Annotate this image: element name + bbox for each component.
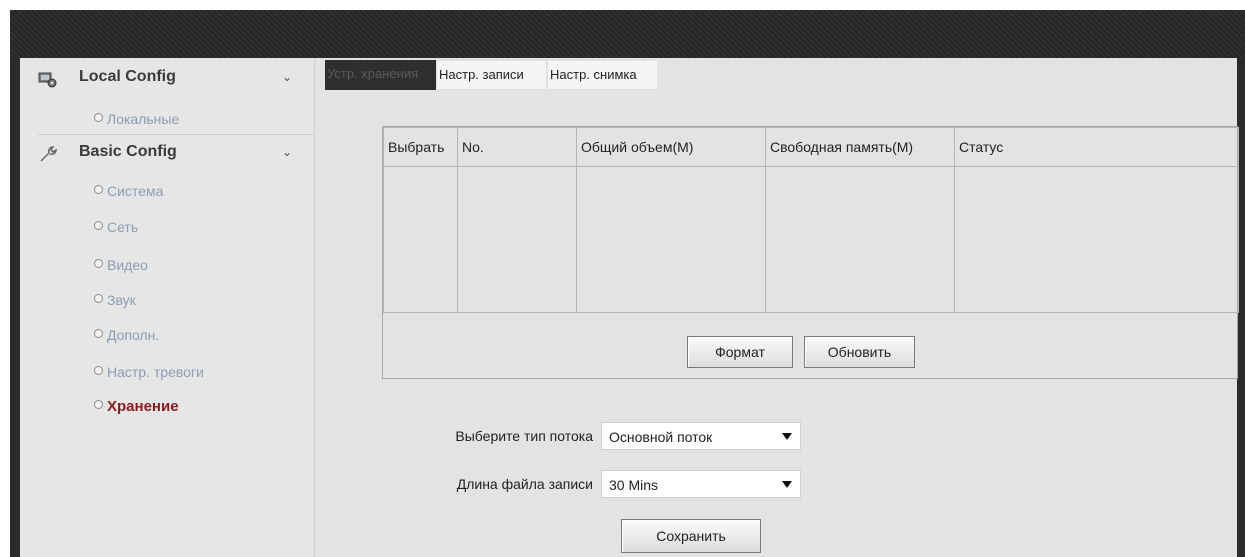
dropdown-arrow-icon — [782, 481, 792, 488]
disk-table: Выбрать No. Общий объем(M) Свободная пам… — [383, 127, 1239, 313]
bullet-icon — [94, 221, 103, 230]
header-bar — [10, 10, 1245, 58]
sidebar-item-alarm[interactable]: Настр. тревоги — [94, 364, 204, 380]
sidebar-item-audio[interactable]: Звук — [94, 292, 136, 308]
sidebar-item-label: Звук — [107, 292, 136, 308]
sidebar-item-label: Видео — [107, 257, 148, 273]
sidebar-item-video[interactable]: Видео — [94, 257, 148, 273]
table-cell — [954, 166, 1239, 313]
sidebar-item-label: Хранение — [107, 398, 179, 415]
column-header-number: No. — [457, 127, 577, 167]
record-length-value: 30 Mins — [609, 477, 659, 493]
local-config-title: Local Config — [79, 68, 176, 85]
bullet-icon — [94, 294, 103, 303]
sidebar: Local Config ⌄ Локальные Basic Config ⌄ … — [20, 58, 315, 557]
table-cell — [576, 166, 766, 313]
sidebar-item-label: Дополн. — [107, 327, 160, 343]
table-cell — [383, 166, 458, 313]
column-header-total: Общий объем(M) — [576, 127, 766, 167]
frame-left-edge — [10, 58, 20, 557]
column-header-free: Свободная память(M) — [765, 127, 955, 167]
basic-config-title: Basic Config — [79, 143, 177, 160]
sidebar-item-label: Система — [107, 183, 164, 199]
stream-type-value: Основной поток — [609, 429, 713, 445]
table-cell — [457, 166, 577, 313]
column-header-status: Статус — [954, 127, 1239, 167]
bullet-icon — [94, 366, 103, 375]
dropdown-arrow-icon — [782, 433, 792, 440]
bullet-icon — [94, 329, 103, 338]
bullet-icon — [94, 259, 103, 268]
local-config-header[interactable]: Local Config ⌄ — [20, 62, 314, 94]
local-config-icon — [38, 72, 57, 88]
record-length-select[interactable]: 30 Mins — [601, 470, 801, 498]
table-row — [383, 166, 1239, 313]
main-content: Устр. хранения Настр. записи Настр. сним… — [315, 58, 1239, 557]
divider — [38, 134, 314, 135]
wrench-icon — [40, 146, 57, 162]
bullet-icon — [94, 185, 103, 194]
sidebar-item-system[interactable]: Система — [94, 183, 163, 199]
refresh-button[interactable]: Обновить — [804, 336, 915, 368]
basic-config-header[interactable]: Basic Config ⌄ — [20, 137, 314, 169]
sidebar-item-network[interactable]: Сеть — [94, 219, 138, 235]
sidebar-item-local[interactable]: Локальные — [94, 111, 179, 127]
record-length-label: Длина файла записи — [456, 476, 593, 492]
tab-record-settings[interactable]: Настр. записи — [436, 60, 547, 90]
tab-storage-device[interactable]: Устр. хранения — [325, 60, 436, 90]
chevron-down-icon[interactable]: ⌄ — [282, 70, 292, 84]
sidebar-item-label: Настр. тревоги — [107, 364, 204, 380]
bullet-icon — [94, 113, 103, 122]
save-button[interactable]: Сохранить — [621, 519, 761, 553]
stream-type-label: Выберите тип потока — [455, 428, 593, 444]
stream-type-select[interactable]: Основной поток — [601, 422, 801, 450]
table-header-row: Выбрать No. Общий объем(M) Свободная пам… — [383, 127, 1239, 167]
sidebar-item-advanced[interactable]: Дополн. — [94, 327, 159, 343]
sidebar-item-label: Сеть — [107, 219, 139, 235]
sidebar-item-storage[interactable]: Хранение — [94, 398, 179, 415]
chevron-down-icon[interactable]: ⌄ — [282, 145, 292, 159]
disk-panel: Выбрать No. Общий объем(M) Свободная пам… — [382, 126, 1239, 379]
table-cell — [765, 166, 955, 313]
bullet-icon — [94, 400, 103, 409]
column-header-select: Выбрать — [383, 127, 458, 167]
format-button[interactable]: Формат — [687, 336, 793, 368]
tab-snapshot-settings[interactable]: Настр. снимка — [547, 60, 658, 90]
sidebar-item-label: Локальные — [107, 111, 180, 127]
